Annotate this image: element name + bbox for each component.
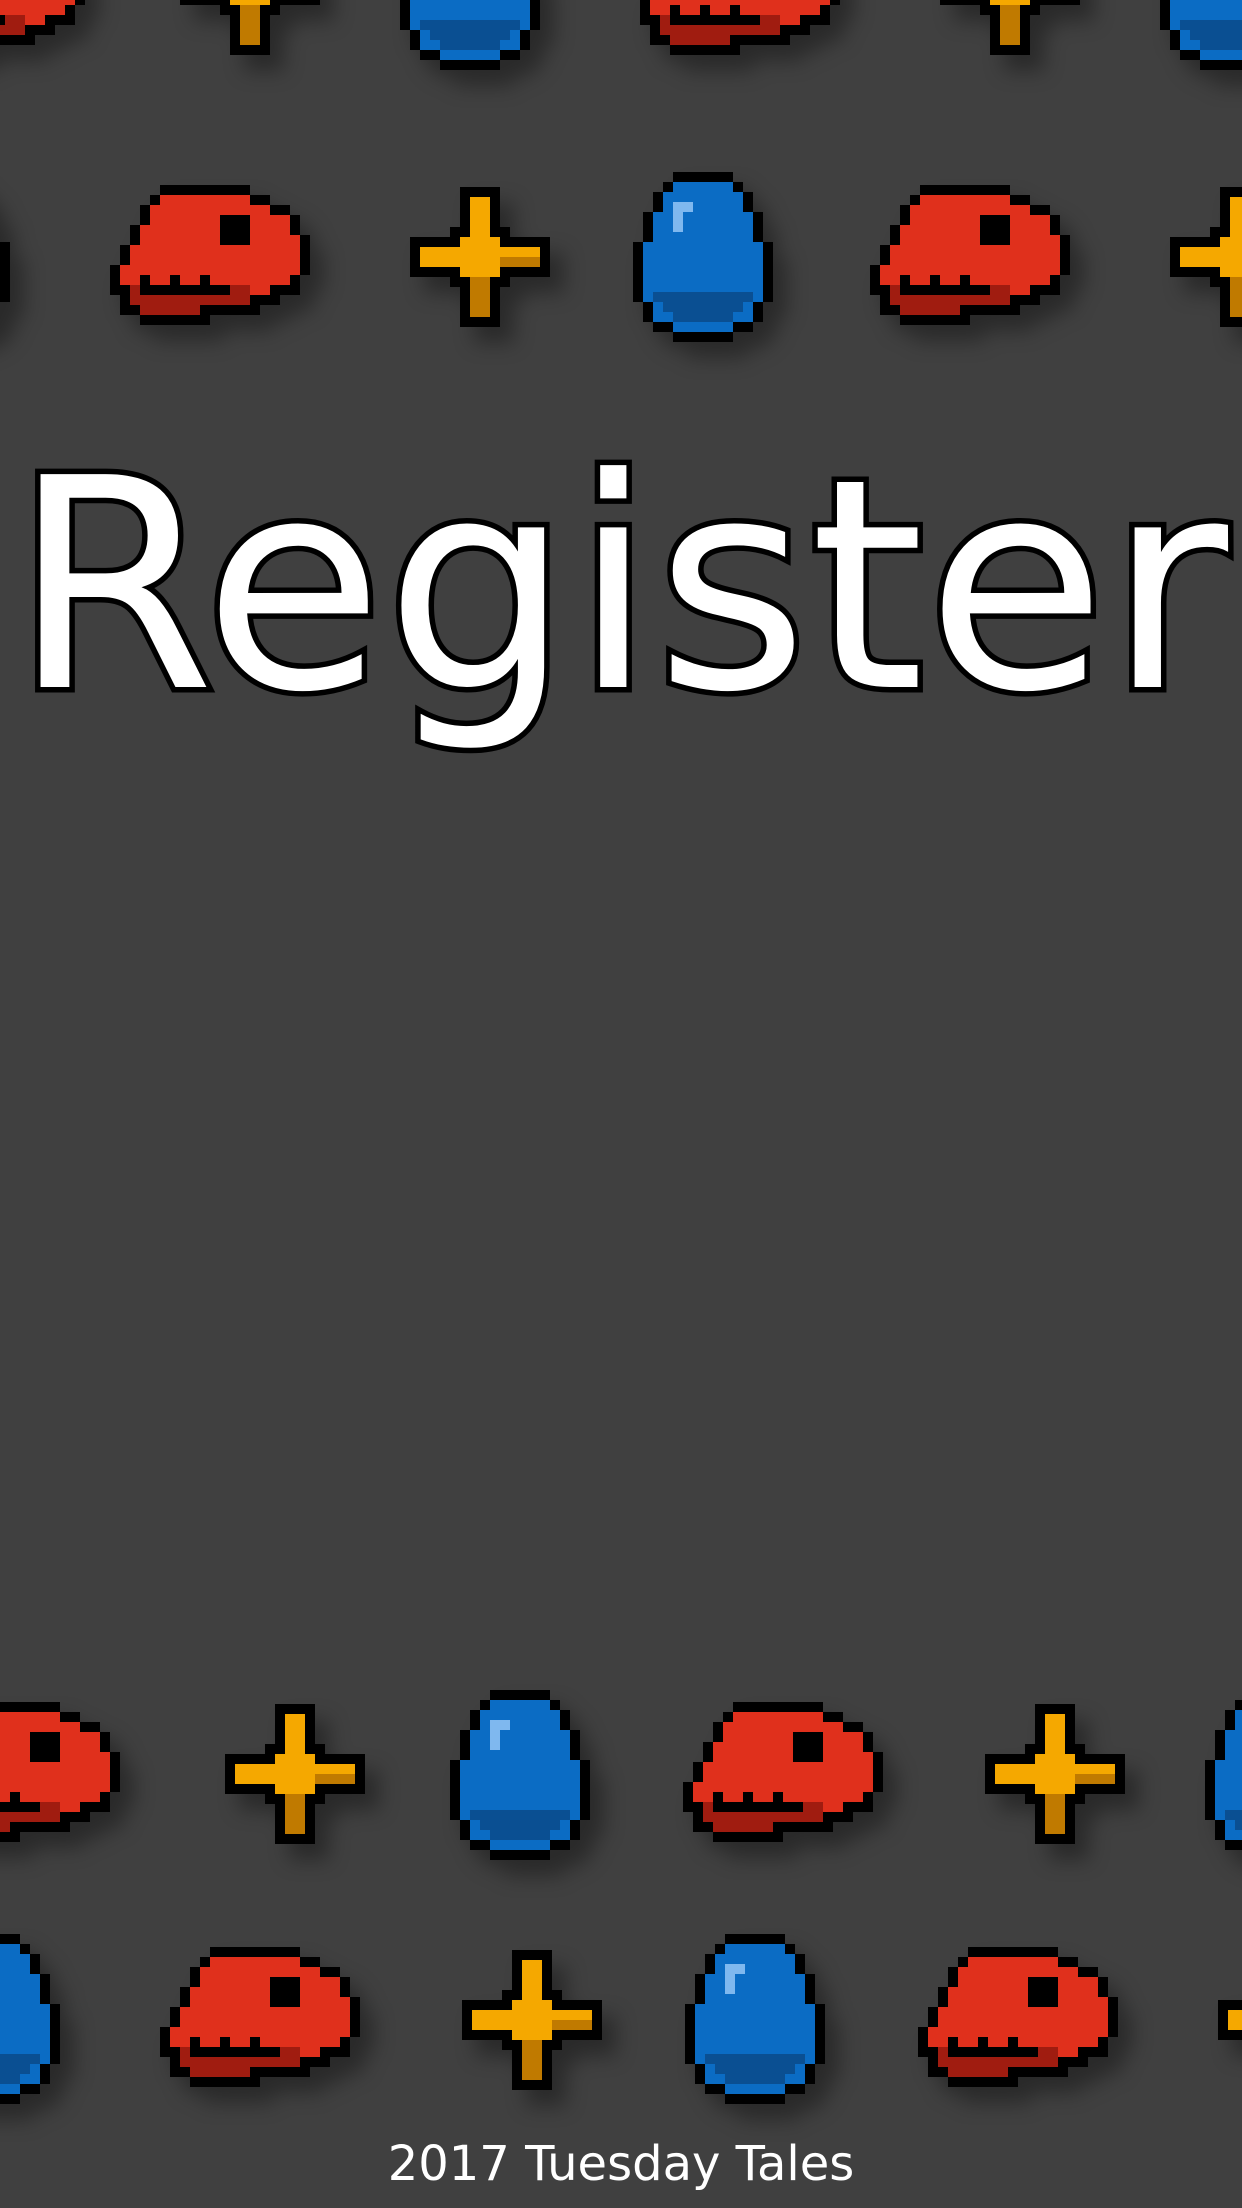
star-icon xyxy=(225,1704,365,1854)
page-title: Register xyxy=(6,416,1233,756)
star-icon xyxy=(1218,1950,1242,2100)
dino-skull-icon xyxy=(640,0,860,75)
egg-icon xyxy=(675,1934,835,2114)
sprite-row-bottom-2 xyxy=(0,1934,1242,2157)
egg-icon xyxy=(440,1690,600,1870)
sprite-row-bottom-1 xyxy=(0,1690,1242,1912)
star-icon xyxy=(180,0,320,65)
dino-skull-icon xyxy=(0,0,105,75)
dino-skull-icon xyxy=(110,175,330,345)
sprite-row-top-2 xyxy=(0,172,1242,395)
egg-icon xyxy=(1150,0,1242,80)
dino-skull-icon xyxy=(683,1692,903,1862)
egg-icon xyxy=(1195,1690,1242,1870)
egg-icon xyxy=(390,0,550,80)
copyright-footer: 2017 Tuesday Tales xyxy=(387,2136,855,2192)
sprite-row-top-1 xyxy=(0,0,1242,125)
star-icon xyxy=(940,0,1080,65)
star-icon xyxy=(1170,187,1242,337)
star-icon xyxy=(462,1950,602,2100)
egg-icon xyxy=(0,172,20,352)
dino-skull-icon xyxy=(160,1937,380,2107)
register-screen: Register 2017 Tuesday Tales xyxy=(0,0,1242,2208)
egg-icon xyxy=(0,1934,70,2114)
star-icon xyxy=(410,187,550,337)
dino-skull-icon xyxy=(918,1937,1138,2107)
egg-icon xyxy=(623,172,783,352)
dino-skull-icon xyxy=(870,175,1090,345)
dino-skull-icon xyxy=(0,1692,140,1862)
star-icon xyxy=(985,1704,1125,1854)
